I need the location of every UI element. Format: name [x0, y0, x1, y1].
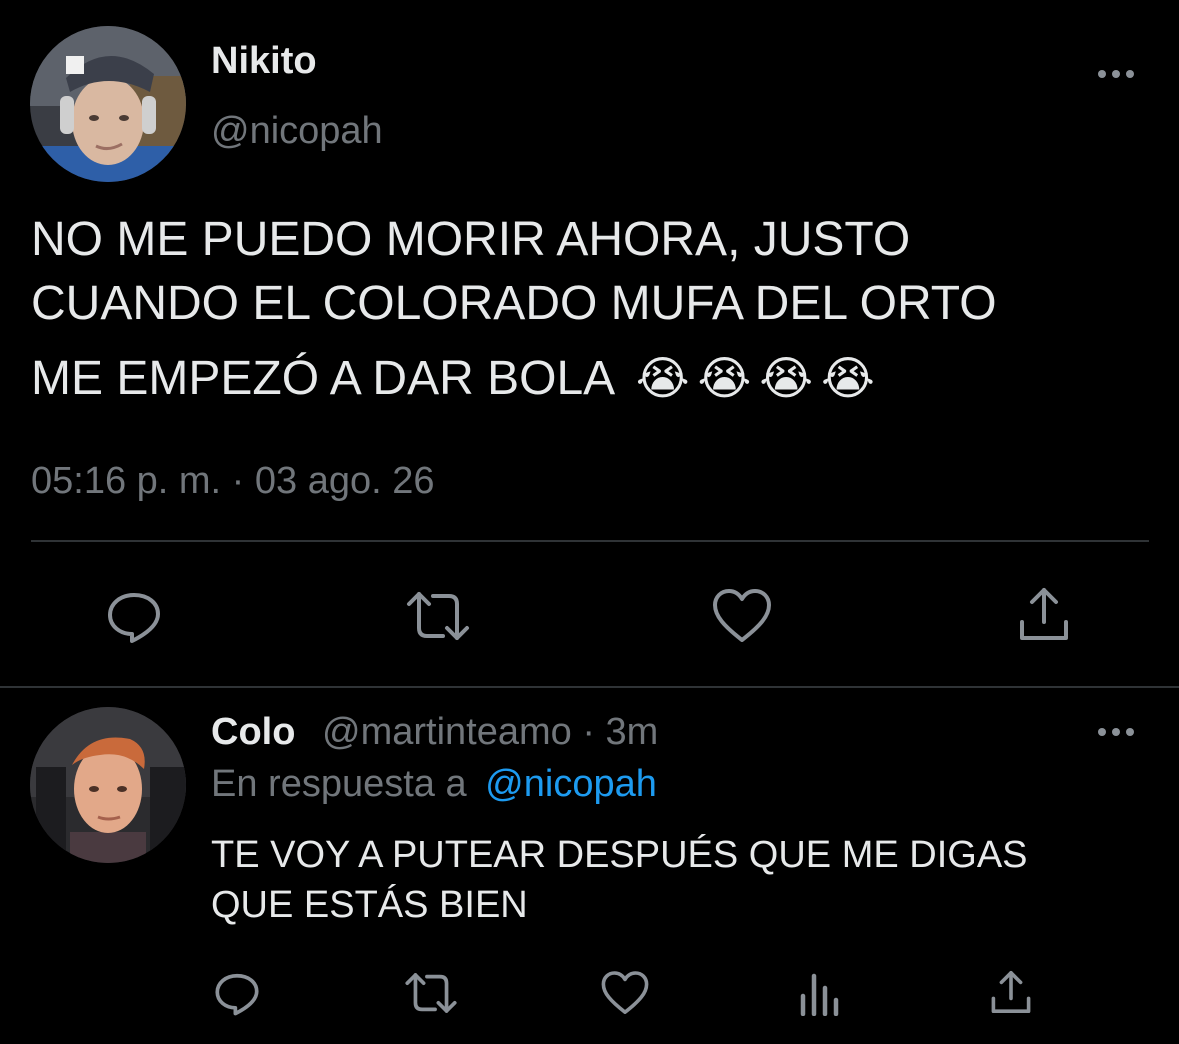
reply-header: Colo @martinteamo · 3m	[211, 711, 658, 754]
tweet-timestamp[interactable]: 05:16 p. m. · 03 ago. 26	[31, 460, 435, 503]
reply-display-name[interactable]: Colo	[211, 711, 295, 753]
more-dot	[1112, 70, 1120, 78]
author-avatar[interactable]	[30, 26, 186, 182]
more-dot	[1098, 728, 1106, 736]
share-icon[interactable]	[988, 968, 1034, 1016]
author-display-name[interactable]: Nikito	[211, 40, 317, 83]
tweet-text-line-content: ME EMPEZÓ A DAR BOLA	[31, 352, 613, 405]
share-icon[interactable]	[1016, 584, 1072, 644]
reply-icon[interactable]	[214, 970, 260, 1016]
retweet-icon[interactable]	[404, 970, 458, 1016]
more-dot	[1112, 728, 1120, 736]
tweet-text-line: CUANDO EL COLORADO MUFA DEL ORTO	[31, 277, 997, 330]
reply-author-avatar[interactable]	[30, 707, 186, 863]
more-dot	[1098, 70, 1106, 78]
heart-icon[interactable]	[601, 970, 649, 1016]
heart-icon[interactable]	[712, 588, 772, 644]
more-dot	[1126, 728, 1134, 736]
more-options-button[interactable]	[1098, 70, 1134, 78]
timestamp-divider	[31, 540, 1149, 542]
more-dot	[1126, 70, 1134, 78]
reply-to-handle-link[interactable]: @nicopah	[485, 763, 657, 805]
retweet-icon[interactable]	[405, 588, 471, 644]
tweet-divider	[0, 686, 1179, 688]
reply-context: En respuesta a @nicopah	[211, 763, 657, 806]
crying-emoji-icons: 😭😭😭😭	[635, 352, 883, 404]
tweet-text-line: NO ME PUEDO MORIR AHORA, JUSTO	[31, 213, 911, 266]
tweet-text: NO ME PUEDO MORIR AHORA, JUSTO CUANDO EL…	[31, 208, 997, 411]
reply-text-line: QUE ESTÁS BIEN	[211, 884, 528, 926]
reply-more-options-button[interactable]	[1098, 728, 1134, 736]
reply-icon[interactable]	[106, 588, 162, 644]
reply-handle-time[interactable]: @martinteamo · 3m	[322, 711, 658, 753]
analytics-icon[interactable]	[798, 970, 840, 1016]
reply-to-label: En respuesta a	[211, 763, 467, 805]
reply-text: TE VOY A PUTEAR DESPUÉS QUE ME DIGAS QUE…	[211, 830, 1028, 930]
tweet-text-line: ME EMPEZÓ A DAR BOLA 😭😭😭😭	[31, 346, 997, 411]
reply-text-line: TE VOY A PUTEAR DESPUÉS QUE ME DIGAS	[211, 834, 1028, 876]
author-handle[interactable]: @nicopah	[211, 110, 383, 153]
